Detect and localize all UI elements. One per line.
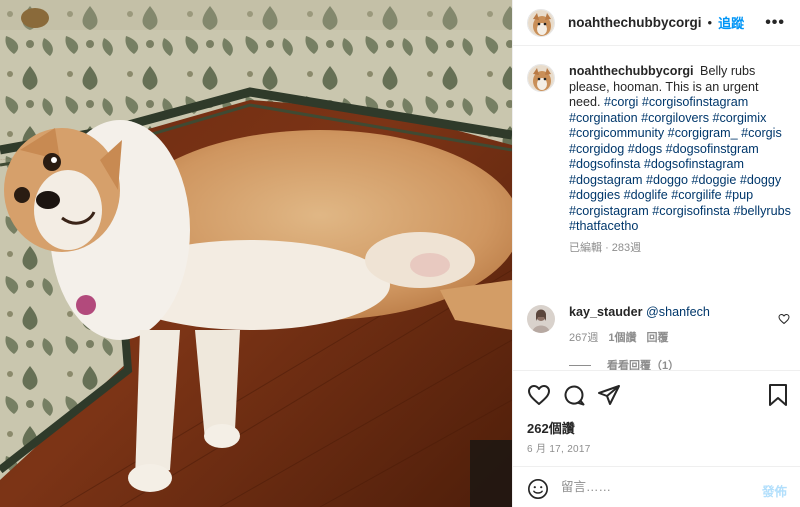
corgi-photo (0, 0, 512, 507)
commenter-avatar[interactable] (527, 305, 555, 333)
comment-item: kay_stauder @shanfech 267週 1個讚 回覆 (527, 305, 792, 345)
comment-body: kay_stauder @shanfech 267週 1個讚 回覆 (569, 305, 769, 345)
caption-age[interactable]: 283週 (612, 242, 641, 254)
edited-label: 已編輯 (569, 241, 602, 254)
caption-avatar[interactable] (527, 64, 555, 92)
likes-count[interactable]: 262個讚 (527, 418, 575, 437)
follow-button[interactable]: 追蹤 (718, 13, 744, 32)
post-date[interactable]: 6 月 17, 2017 (527, 440, 591, 455)
post-side-panel: noahthechubbycorgi • 追蹤 ••• noahthechubb… (512, 0, 800, 507)
meta-dot: · (605, 241, 609, 254)
replies-line (569, 364, 591, 366)
caption: noahthechubbycorgi Belly rubs please, ho… (527, 64, 792, 256)
author-avatar[interactable] (527, 8, 555, 37)
caption-meta: 已編輯 · 283週 (569, 241, 791, 257)
post-header: noahthechubbycorgi • 追蹤 ••• (513, 0, 800, 46)
post-comment-button[interactable]: 發佈 (762, 481, 787, 500)
more-options-icon[interactable]: ••• (765, 14, 785, 32)
comment-mention[interactable]: @shanfech (646, 305, 710, 319)
author-username[interactable]: noahthechubbycorgi (568, 15, 702, 30)
heart-icon[interactable] (527, 383, 551, 412)
comment-likes[interactable]: 1個讚 (608, 329, 636, 345)
caption-username[interactable]: noahthechubbycorgi (569, 64, 694, 78)
share-icon[interactable] (597, 383, 621, 412)
separator-dot: • (707, 15, 713, 30)
comment-input[interactable] (561, 477, 741, 497)
caption-text: noahthechubbycorgi Belly rubs please, ho… (569, 64, 791, 256)
caption-hashtags[interactable]: #corgi #corgisofinstagram #corgination #… (569, 95, 791, 233)
comment-icon[interactable] (562, 383, 586, 412)
comment-meta: 267週 1個讚 回覆 (569, 329, 769, 345)
post-photo[interactable] (0, 0, 512, 507)
commenter-username[interactable]: kay_stauder (569, 305, 643, 319)
add-comment-bar: 發佈 (513, 466, 800, 507)
emoji-icon[interactable] (527, 478, 549, 505)
comment-like-icon[interactable] (778, 312, 790, 330)
bookmark-icon[interactable] (767, 383, 789, 412)
comment-age[interactable]: 267週 (569, 329, 598, 345)
actions-divider (513, 370, 800, 371)
reply-button[interactable]: 回覆 (646, 329, 668, 345)
action-bar (527, 383, 789, 409)
